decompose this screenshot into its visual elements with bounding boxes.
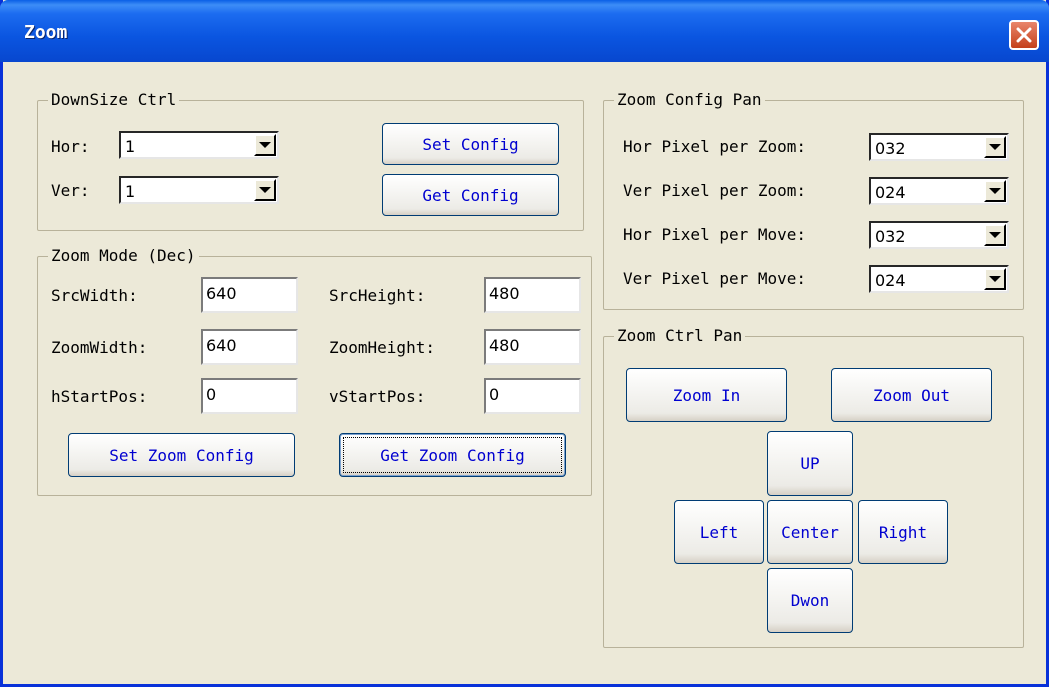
- chevron-down-icon[interactable]: [254, 179, 276, 201]
- chevron-down-icon[interactable]: [984, 268, 1006, 290]
- hstart-label: hStartPos:: [51, 387, 148, 406]
- hstart-value: 0: [206, 385, 217, 404]
- hor-label: Hor:: [51, 137, 90, 156]
- zoom-height-field[interactable]: 480: [484, 329, 581, 365]
- zoom-ctrl-group: Zoom Ctrl Pan Zoom In Zoom Out UP Left C…: [603, 326, 1024, 648]
- set-config-button[interactable]: Set Config: [382, 123, 559, 165]
- group-legend: Zoom Mode (Dec): [48, 246, 199, 265]
- zoom-dialog: Zoom DownSize Ctrl Hor: 1 Ver: 1 Set Con…: [0, 0, 1049, 687]
- src-width-label: SrcWidth:: [51, 286, 138, 305]
- right-button[interactable]: Right: [858, 500, 948, 564]
- src-height-field[interactable]: 480: [484, 277, 581, 313]
- hor-select-value: 1: [125, 137, 136, 156]
- hstart-field[interactable]: 0: [201, 378, 298, 414]
- ver-pixel-move-value: 024: [875, 271, 906, 290]
- zoom-in-button[interactable]: Zoom In: [626, 368, 787, 422]
- ver-select-value: 1: [125, 182, 136, 201]
- zoom-mode-group: Zoom Mode (Dec) SrcWidth: 640 SrcHeight:…: [37, 246, 592, 496]
- ver-move-label: Ver Pixel per Move:: [623, 269, 807, 288]
- window-title: Zoom: [24, 22, 68, 43]
- vstart-field[interactable]: 0: [484, 378, 581, 414]
- zoom-out-button[interactable]: Zoom Out: [831, 368, 992, 422]
- ver-pixel-move-select[interactable]: 024: [869, 265, 1009, 293]
- chevron-down-icon[interactable]: [984, 224, 1006, 246]
- set-zoom-config-button[interactable]: Set Zoom Config: [68, 433, 295, 477]
- zoom-height-label: ZoomHeight:: [329, 338, 435, 357]
- ver-label: Ver:: [51, 181, 90, 200]
- ver-pixel-zoom-select[interactable]: 024: [869, 177, 1009, 205]
- group-legend: Zoom Ctrl Pan: [614, 326, 746, 345]
- down-button[interactable]: Dwon: [767, 568, 853, 633]
- ver-select[interactable]: 1: [119, 176, 279, 204]
- ver-pixel-zoom-value: 024: [875, 183, 906, 202]
- ver-zoom-label: Ver Pixel per Zoom:: [623, 181, 807, 200]
- hor-pixel-zoom-value: 032: [875, 139, 906, 158]
- src-width-value: 640: [206, 284, 237, 303]
- get-zoom-config-button[interactable]: Get Zoom Config: [339, 433, 566, 477]
- vstart-label: vStartPos:: [329, 387, 426, 406]
- src-width-field[interactable]: 640: [201, 277, 298, 313]
- chevron-down-icon[interactable]: [984, 136, 1006, 158]
- hor-pixel-move-value: 032: [875, 227, 906, 246]
- hor-select[interactable]: 1: [119, 131, 279, 159]
- group-legend: Zoom Config Pan: [614, 90, 765, 109]
- hor-pixel-move-select[interactable]: 032: [869, 221, 1009, 249]
- zoom-config-group: Zoom Config Pan Hor Pixel per Zoom: 032 …: [603, 90, 1024, 310]
- close-button[interactable]: [1009, 20, 1039, 50]
- left-button[interactable]: Left: [674, 500, 764, 564]
- zoom-height-value: 480: [489, 336, 520, 355]
- hor-zoom-label: Hor Pixel per Zoom:: [623, 137, 807, 156]
- zoom-width-field[interactable]: 640: [201, 329, 298, 365]
- title-bar[interactable]: Zoom: [0, 0, 1049, 62]
- vstart-value: 0: [489, 385, 500, 404]
- get-config-button[interactable]: Get Config: [382, 174, 559, 216]
- hor-pixel-zoom-select[interactable]: 032: [869, 133, 1009, 161]
- center-button[interactable]: Center: [767, 500, 853, 564]
- downsize-ctrl-group: DownSize Ctrl Hor: 1 Ver: 1 Set Config G…: [37, 90, 584, 231]
- chevron-down-icon[interactable]: [984, 180, 1006, 202]
- zoom-width-label: ZoomWidth:: [51, 338, 148, 357]
- group-legend: DownSize Ctrl: [48, 90, 180, 109]
- src-height-label: SrcHeight:: [329, 286, 426, 305]
- hor-move-label: Hor Pixel per Move:: [623, 225, 807, 244]
- close-icon: [1016, 27, 1032, 43]
- up-button[interactable]: UP: [767, 431, 853, 496]
- src-height-value: 480: [489, 284, 520, 303]
- zoom-width-value: 640: [206, 336, 237, 355]
- chevron-down-icon[interactable]: [254, 134, 276, 156]
